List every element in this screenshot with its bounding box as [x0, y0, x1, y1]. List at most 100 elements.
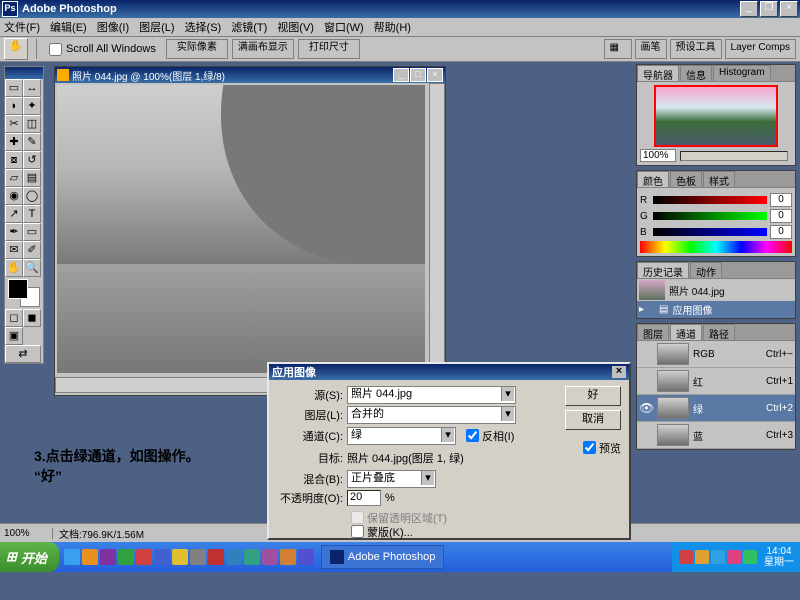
print-size-button[interactable]: 打印尺寸 — [298, 39, 360, 59]
fit-screen-button[interactable]: 满画布显示 — [232, 39, 294, 59]
ql-icon[interactable] — [172, 549, 188, 565]
slice-tool[interactable]: ◫ — [23, 115, 41, 133]
ql-icon[interactable] — [100, 549, 116, 565]
shape-tool[interactable]: ▭ — [23, 223, 41, 241]
menu-file[interactable]: 文件(F) — [4, 19, 40, 35]
paths-tab[interactable]: 路径 — [703, 324, 735, 340]
color-swatch[interactable] — [8, 279, 40, 307]
styles-tab[interactable]: 样式 — [703, 171, 735, 187]
ql-icon[interactable] — [82, 549, 98, 565]
menu-edit[interactable]: 编辑(E) — [50, 19, 87, 35]
b-value[interactable]: 0 — [770, 225, 792, 239]
color-ramp[interactable] — [640, 241, 792, 253]
history-tab[interactable]: 历史记录 — [637, 262, 689, 278]
move-tool[interactable]: ↔ — [23, 79, 41, 97]
doc-min-button[interactable]: _ — [393, 68, 409, 82]
preset-tab[interactable]: 预设工具 — [670, 39, 722, 59]
history-brush-tool[interactable]: ↺ — [23, 151, 41, 169]
eraser-tool[interactable]: ▱ — [5, 169, 23, 187]
actual-pixels-button[interactable]: 实际像素 — [166, 39, 228, 59]
taskbar-app[interactable]: Adobe Photoshop — [321, 545, 444, 569]
ql-icon[interactable] — [280, 549, 296, 565]
quickmask-mode[interactable]: ◼ — [23, 309, 41, 327]
blur-tool[interactable]: ◉ — [5, 187, 23, 205]
start-button[interactable]: ⊞ 开始 — [0, 542, 59, 572]
opacity-input[interactable]: 20 — [347, 490, 381, 506]
tray-icon[interactable] — [695, 550, 709, 564]
r-value[interactable]: 0 — [770, 193, 792, 207]
menu-layer[interactable]: 图层(L) — [139, 19, 174, 35]
ok-button[interactable]: 好 — [565, 386, 621, 406]
zoom-slider[interactable] — [680, 151, 788, 161]
stamp-tool[interactable]: ⧇ — [5, 151, 23, 169]
mask-checkbox[interactable] — [351, 525, 364, 538]
taskbar-clock[interactable]: 14:04 星期一 — [764, 546, 794, 568]
canvas[interactable] — [57, 85, 425, 373]
ql-icon[interactable] — [136, 549, 152, 565]
swatch-tab[interactable]: 色板 — [670, 171, 702, 187]
dialog-close-button[interactable]: × — [612, 366, 626, 378]
eye-icon[interactable]: 👁 — [639, 401, 653, 415]
history-brush-icon[interactable]: ▸ — [639, 304, 653, 315]
history-step[interactable]: ▸ ▤ 应用图像 — [637, 301, 795, 318]
type-tool[interactable]: T — [23, 205, 41, 223]
hand-tool[interactable]: ✋ — [5, 259, 23, 277]
layers-tab[interactable]: 图层 — [637, 324, 669, 340]
navigator-tab[interactable]: 导航器 — [637, 65, 679, 81]
ql-icon[interactable] — [226, 549, 242, 565]
dialog-titlebar[interactable]: 应用图像 × — [269, 364, 629, 380]
eyedropper-tool[interactable]: ✐ — [23, 241, 41, 259]
g-value[interactable]: 0 — [770, 209, 792, 223]
lasso-tool[interactable]: ◗ — [5, 97, 23, 115]
history-snapshot[interactable]: 照片 044.jpg — [637, 279, 795, 301]
path-tool[interactable]: ↗ — [5, 205, 23, 223]
ql-icon[interactable] — [244, 549, 260, 565]
heal-tool[interactable]: ✚ — [5, 133, 23, 151]
scroll-all-checkbox[interactable] — [49, 43, 62, 56]
vertical-scrollbar[interactable] — [429, 83, 445, 373]
source-select[interactable]: 照片 044.jpg — [347, 386, 516, 404]
brushes-tab[interactable]: 画笔 — [635, 39, 667, 59]
menu-window[interactable]: 窗口(W) — [324, 19, 364, 35]
channel-green[interactable]: 👁绿Ctrl+2 — [637, 395, 795, 422]
tray-icon[interactable] — [743, 550, 757, 564]
menu-select[interactable]: 选择(S) — [185, 19, 222, 35]
toolbox-titlebar[interactable] — [5, 67, 43, 79]
b-slider[interactable] — [653, 228, 767, 236]
blend-select[interactable]: 正片叠底 — [347, 470, 436, 488]
ql-icon[interactable] — [298, 549, 314, 565]
zoom-field[interactable]: 100% — [640, 149, 676, 162]
marquee-tool[interactable]: ▭ — [5, 79, 23, 97]
ie-icon[interactable] — [64, 549, 80, 565]
tray-icon[interactable] — [679, 550, 693, 564]
ql-icon[interactable] — [154, 549, 170, 565]
ql-icon[interactable] — [262, 549, 278, 565]
tray-icon[interactable] — [711, 550, 725, 564]
zoom-tool[interactable]: 🔍 — [23, 259, 41, 277]
menu-filter[interactable]: 滤镜(T) — [231, 19, 267, 35]
standard-mode[interactable]: ◻ — [5, 309, 23, 327]
maximize-button[interactable]: ❐ — [760, 1, 778, 17]
screen-mode-1[interactable]: ▣ — [5, 327, 23, 345]
color-tab[interactable]: 颜色 — [637, 171, 669, 187]
channel-blue[interactable]: 蓝Ctrl+3 — [637, 422, 795, 449]
close-button[interactable]: × — [780, 1, 798, 17]
cancel-button[interactable]: 取消 — [565, 410, 621, 430]
navigator-thumbnail[interactable] — [654, 85, 778, 147]
crop-tool[interactable]: ✂ — [5, 115, 23, 133]
channel-rgb[interactable]: RGBCtrl+~ — [637, 341, 795, 368]
document-titlebar[interactable]: 照片 044.jpg @ 100%(图层 1,绿/8) _ □ × — [55, 67, 445, 83]
status-zoom[interactable]: 100% — [0, 528, 53, 539]
g-slider[interactable] — [653, 212, 767, 220]
current-tool-icon[interactable]: ✋ — [4, 38, 28, 60]
menu-view[interactable]: 视图(V) — [277, 19, 314, 35]
doc-max-button[interactable]: □ — [410, 68, 426, 82]
status-docsize[interactable]: 文档:796.9K/1.56M — [53, 526, 150, 541]
ql-icon[interactable] — [208, 549, 224, 565]
tray-icon[interactable] — [727, 550, 741, 564]
brush-tool[interactable]: ✎ — [23, 133, 41, 151]
wand-tool[interactable]: ✦ — [23, 97, 41, 115]
dodge-tool[interactable]: ◯ — [23, 187, 41, 205]
ql-icon[interactable] — [190, 549, 206, 565]
menu-image[interactable]: 图像(I) — [97, 19, 129, 35]
